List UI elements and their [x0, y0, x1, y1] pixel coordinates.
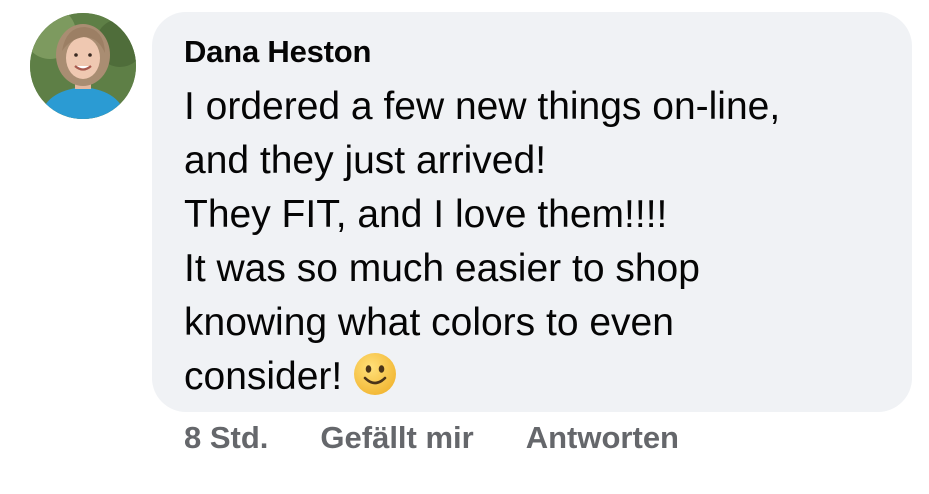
comment-line: consider!: [184, 355, 343, 398]
comment-author[interactable]: Dana Heston: [184, 34, 371, 70]
comment: Dana Heston I ordered a few new things o…: [0, 0, 929, 494]
comment-line: and they just arrived!: [184, 139, 547, 182]
comment-last-line: consider!: [184, 350, 884, 404]
comment-line: It was so much easier to shop: [184, 247, 700, 290]
comment-line: They FIT, and I love them!!!!: [184, 193, 668, 236]
comment-actions: 8 Std. Gefällt mir Antworten: [184, 420, 679, 456]
smiling-face-emoji-icon: [354, 353, 397, 395]
comment-timestamp[interactable]: 8 Std.: [184, 420, 268, 456]
avatar[interactable]: [30, 13, 136, 119]
comment-line: knowing what colors to even: [184, 301, 674, 344]
like-button[interactable]: Gefällt mir: [320, 420, 473, 456]
comment-line: I ordered a few new things on-line,: [184, 85, 781, 128]
reply-button[interactable]: Antworten: [526, 420, 679, 456]
comment-text: I ordered a few new things on-line, and …: [184, 80, 884, 404]
avatar-photo-icon: [30, 13, 136, 119]
